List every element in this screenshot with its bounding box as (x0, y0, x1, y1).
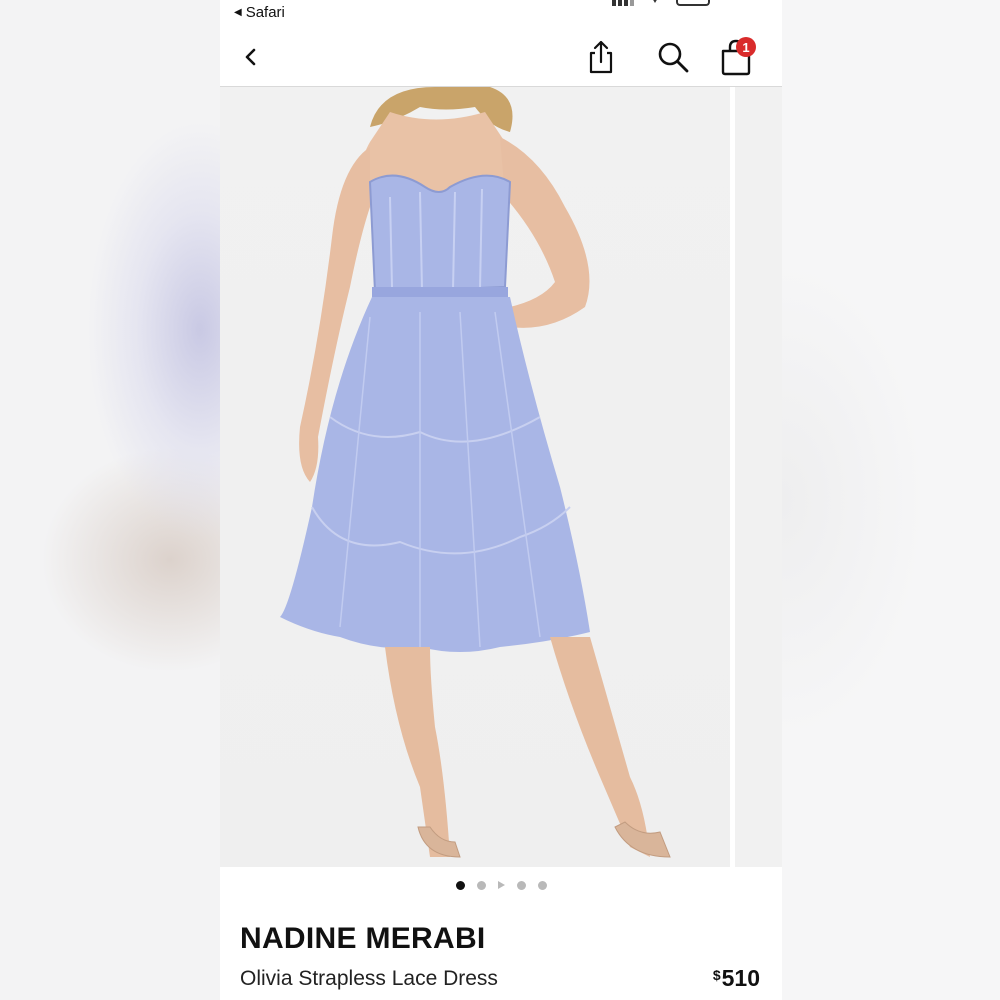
phone-screen: ◀ Safari 1 NADINE MERABI Olivia Straples… (220, 0, 782, 1000)
gallery-pager (220, 876, 782, 894)
brand-name[interactable]: NADINE MERABI (240, 922, 486, 956)
model-in-dress-illustration (280, 87, 671, 858)
status-bar: ◀ Safari (220, 0, 782, 26)
nav-bar: 1 (220, 26, 782, 87)
back-chevron-icon[interactable] (238, 42, 264, 72)
pager-dot[interactable] (476, 880, 486, 890)
blurred-background-left (0, 0, 220, 1000)
product-image-gallery[interactable] (220, 87, 782, 867)
price-value: 510 (721, 965, 760, 991)
battery-icon (676, 0, 710, 6)
product-name: Olivia Strapless Lace Dress (240, 967, 498, 990)
back-triangle-icon: ◀ (234, 7, 242, 18)
product-price: $ 510 (713, 965, 760, 992)
product-photo[interactable] (220, 87, 730, 867)
status-icons (612, 0, 710, 6)
share-icon[interactable] (586, 38, 616, 76)
pager-dot[interactable] (516, 880, 526, 890)
search-icon[interactable] (656, 40, 690, 74)
price-currency: $ (712, 967, 721, 983)
back-to-safari-link[interactable]: ◀ Safari (234, 4, 285, 21)
next-product-photo[interactable] (735, 87, 782, 867)
cellular-signal-icon (612, 0, 634, 6)
video-play-icon[interactable] (497, 881, 505, 889)
blurred-background-right (782, 0, 1000, 1000)
wifi-icon (653, 0, 657, 3)
back-to-safari-label: Safari (245, 4, 285, 21)
pager-dot[interactable] (455, 880, 465, 890)
pager-dot[interactable] (537, 880, 547, 890)
cart-count-badge: 1 (736, 37, 756, 57)
